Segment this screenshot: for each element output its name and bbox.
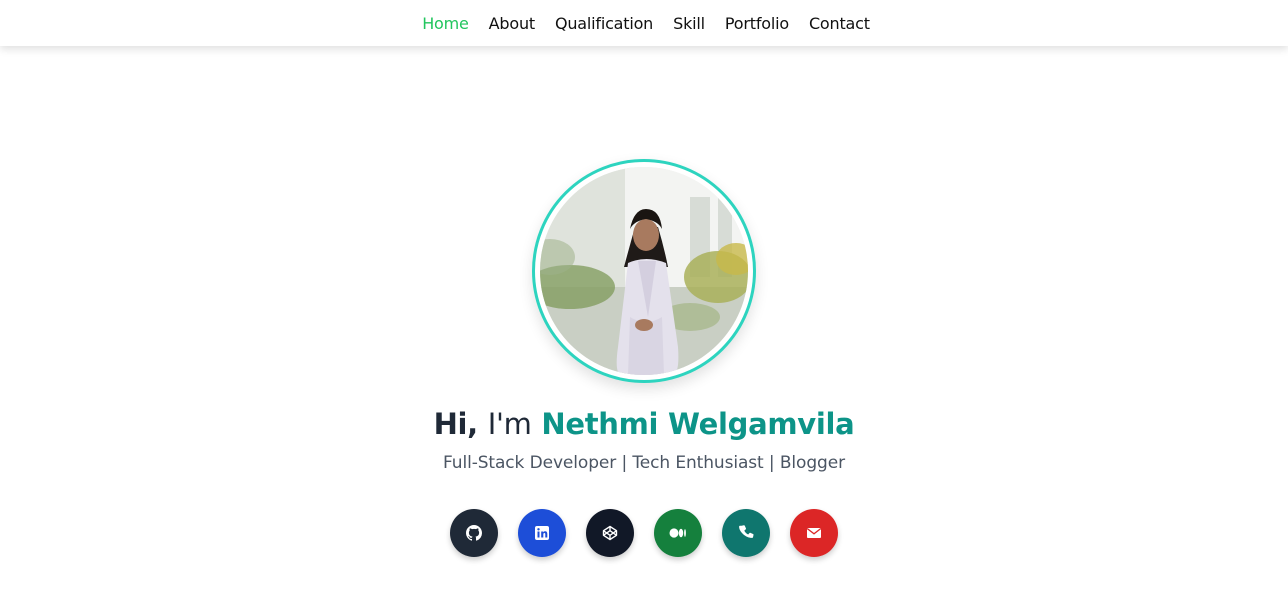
- hero-section: Hi, I'm Nethmi Welgamvila Full-Stack Dev…: [0, 46, 1288, 610]
- nav-link-contact[interactable]: Contact: [809, 14, 870, 33]
- codepen-icon: [602, 525, 618, 541]
- social-links: [450, 509, 838, 557]
- github-icon: [466, 525, 482, 541]
- nav-menu: Home About Qualification Skill Portfolio…: [422, 14, 870, 33]
- profile-photo: [540, 167, 748, 375]
- greeting-im: I'm: [487, 407, 532, 441]
- codepen-link[interactable]: [586, 509, 634, 557]
- phone-icon: [739, 525, 754, 538]
- medium-link[interactable]: [654, 509, 702, 557]
- email-link[interactable]: [790, 509, 838, 557]
- medium-icon: [669, 528, 686, 538]
- greeting-hi: Hi,: [433, 407, 479, 441]
- nav-link-qualification[interactable]: Qualification: [555, 14, 653, 33]
- nav-link-about[interactable]: About: [489, 14, 536, 33]
- email-icon: [806, 528, 822, 538]
- top-navbar: Home About Qualification Skill Portfolio…: [0, 0, 1288, 46]
- linkedin-link[interactable]: [518, 509, 566, 557]
- phone-link[interactable]: [722, 509, 770, 557]
- nav-link-home[interactable]: Home: [422, 14, 469, 33]
- hero-name: Nethmi Welgamvila: [541, 407, 855, 441]
- hero-greeting: Hi, I'm Nethmi Welgamvila: [434, 407, 855, 441]
- avatar-ring: [532, 159, 756, 383]
- nav-link-portfolio[interactable]: Portfolio: [725, 14, 789, 33]
- nav-link-skill[interactable]: Skill: [673, 14, 705, 33]
- linkedin-icon: [535, 526, 549, 540]
- hero-tagline: Full-Stack Developer | Tech Enthusiast |…: [443, 453, 845, 473]
- github-link[interactable]: [450, 509, 498, 557]
